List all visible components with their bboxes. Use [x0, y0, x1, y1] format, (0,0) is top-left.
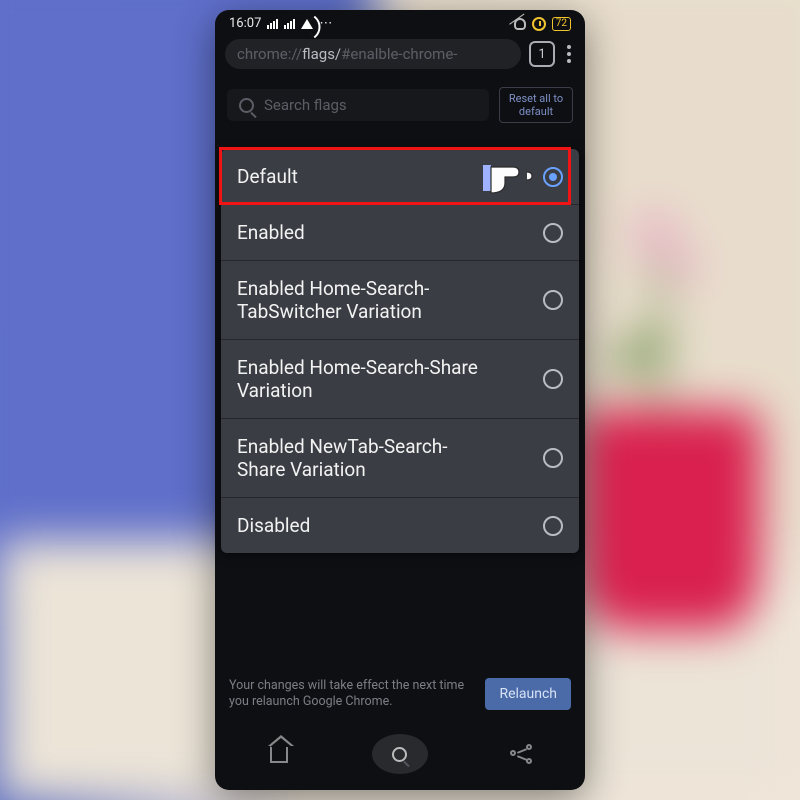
radio-icon: [543, 516, 563, 536]
search-placeholder: Search flags: [264, 96, 347, 114]
signal-icon: [284, 18, 295, 29]
tab-switcher-button[interactable]: 1: [529, 41, 555, 67]
search-icon: [239, 98, 254, 113]
option-enabled-home-search-share-variation[interactable]: Enabled Home-Search-Share Variation: [221, 340, 579, 419]
url-scheme: chrome://: [237, 45, 302, 63]
relaunch-banner: Your changes will take effect the next t…: [215, 666, 585, 722]
share-icon: [510, 744, 532, 764]
radio-icon: [543, 223, 563, 243]
option-label: Enabled: [237, 221, 305, 244]
relaunch-button[interactable]: Relaunch: [485, 678, 571, 710]
option-label: Enabled Home-Search-Share Variation: [237, 356, 487, 402]
option-label: Default: [237, 165, 298, 188]
battery-indicator: 72: [552, 17, 571, 31]
phone-frame: 16:07 ⋯ 72 chrome://flags/#enalble-chrom…: [215, 10, 585, 790]
url-host: flags/: [302, 45, 341, 63]
radio-icon: [543, 167, 563, 187]
option-enabled-newtab-search-share-variation[interactable]: Enabled NewTab-Search-Share Variation: [221, 419, 579, 498]
alarm-icon: [532, 17, 546, 31]
option-default[interactable]: Default: [221, 149, 579, 205]
option-label: Disabled: [237, 514, 310, 537]
wifi-icon: [301, 19, 313, 29]
option-enabled[interactable]: Enabled: [221, 205, 579, 261]
status-time: 16:07: [229, 16, 261, 31]
status-bar: 16:07 ⋯ 72: [215, 10, 585, 33]
nav-share-button[interactable]: [507, 740, 535, 768]
option-enabled-home-search-tabswitcher-variation[interactable]: Enabled Home-Search-TabSwitcher Variatio…: [221, 261, 579, 340]
home-icon: [270, 745, 288, 763]
option-label: Enabled NewTab-Search-Share Variation: [237, 435, 487, 481]
radio-icon: [543, 369, 563, 389]
reset-all-button[interactable]: Reset all to default: [499, 87, 573, 123]
option-sheet: Default Enabled Enabled Home-Search-TabSwi…: [221, 149, 579, 553]
address-bar[interactable]: chrome://flags/#enalble-chrome-: [225, 39, 521, 69]
url-fragment: #enalble-chrome-: [341, 45, 457, 63]
overflow-menu-button[interactable]: [563, 45, 575, 63]
signal-icon: [267, 18, 278, 29]
more-status-icon: ⋯: [319, 16, 334, 31]
search-flags-input[interactable]: Search flags: [227, 89, 489, 121]
option-disabled[interactable]: Disabled: [221, 498, 579, 553]
bottom-nav: [215, 722, 585, 790]
mute-icon: [514, 18, 526, 30]
radio-icon: [543, 290, 563, 310]
nav-home-button[interactable]: [265, 740, 293, 768]
search-icon: [392, 747, 407, 762]
radio-icon: [543, 448, 563, 468]
nav-search-button[interactable]: [372, 734, 428, 774]
flags-toolbar: Search flags Reset all to default: [215, 79, 585, 135]
browser-toolbar: chrome://flags/#enalble-chrome- 1: [215, 33, 585, 79]
option-label: Enabled Home-Search-TabSwitcher Variatio…: [237, 277, 487, 323]
relaunch-note: Your changes will take effect the next t…: [229, 678, 473, 710]
